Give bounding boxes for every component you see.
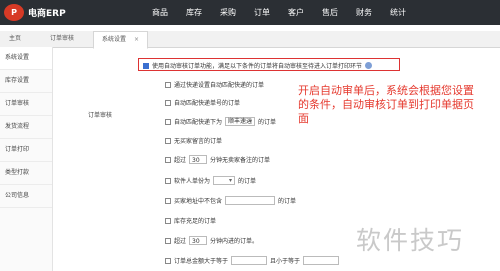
top-navigation-bar: P 电商ERP 商品 库存 采购 订单 客户 售后 财务 统计 — [0, 0, 500, 25]
sidebar-item-inventory-settings[interactable]: 库存设置 — [0, 70, 52, 93]
option-row-9: 超过 30 分钟内进的订单。 — [165, 236, 258, 245]
tab-home[interactable]: 主页 — [9, 31, 21, 47]
option-checkbox[interactable] — [165, 118, 171, 125]
option-row-1: 通过快递设置自动匹配快递的订单 — [165, 80, 264, 89]
option-checkbox[interactable] — [165, 81, 171, 88]
auto-audit-enable-label: 使用自动审核订单功能，满足以下条件的订单将自动审核至待进入订单打印环节 — [152, 63, 363, 70]
tab-bar: 主页 订单审核 系统设置 × — [0, 31, 500, 49]
chevron-down-icon: ▾ — [229, 177, 233, 184]
tab-system-settings[interactable]: 系统设置 × — [93, 31, 148, 49]
option-label: 无买家留言的订单 — [174, 138, 223, 145]
nav-item-customers[interactable]: 客户 — [279, 0, 313, 25]
courier-select[interactable]: 顺丰速运 ▾ — [225, 117, 256, 126]
info-icon[interactable] — [365, 62, 373, 69]
option-row-6: 软件人单份为 ▾ 的订单 — [165, 176, 256, 185]
watermark: 软件技巧 — [356, 226, 465, 255]
nav-item-inventory[interactable]: 库存 — [177, 0, 211, 25]
address-exclude-input[interactable] — [225, 196, 276, 205]
option-label: 库存充足的订单 — [174, 218, 217, 225]
option-row-10: 订单总金额大于等于 且小于等于 — [165, 256, 340, 265]
close-icon[interactable]: × — [134, 36, 139, 43]
tab-label: 系统设置 — [102, 36, 127, 43]
logo-icon: P — [4, 4, 24, 21]
chevron-down-icon: ▾ — [249, 118, 253, 125]
option-checkbox[interactable] — [165, 257, 171, 264]
sidebar-item-order-print[interactable]: 订单打印 — [0, 139, 52, 162]
main-nav: 商品 库存 采购 订单 客户 售后 财务 统计 — [143, 0, 415, 25]
option-label: 自动匹配快递下为 — [174, 119, 223, 126]
minutes-input-2[interactable]: 30 — [189, 236, 208, 245]
brand-name: 电商ERP — [28, 9, 66, 19]
annotation-text: 开启自动审单后，系统会根据您设置的条件，自动审核订单到打印单据页面 — [298, 84, 474, 125]
sidebar-item-order-audit[interactable]: 订单审核 — [0, 93, 52, 116]
count-select[interactable]: ▾ — [213, 176, 236, 185]
option-label-suffix: 分钟内进的订单。 — [210, 238, 259, 245]
sidebar-item-type-payment[interactable]: 类型打款 — [0, 162, 52, 185]
option-checkbox[interactable] — [165, 237, 171, 244]
nav-item-orders[interactable]: 订单 — [245, 0, 279, 25]
minutes-input-1[interactable]: 30 — [189, 155, 208, 164]
option-label: 通过快递设置自动匹配快递的订单 — [174, 82, 265, 89]
option-checkbox[interactable] — [165, 197, 171, 204]
nav-item-after-sales[interactable]: 售后 — [313, 0, 347, 25]
sidebar-item-company-info[interactable]: 公司信息 — [0, 185, 52, 208]
option-label: 自动匹配快递单号的订单 — [174, 100, 241, 107]
option-checkbox[interactable] — [165, 217, 171, 224]
option-label: 订单总金额大于等于 — [174, 258, 229, 265]
option-label-suffix: 的订单 — [278, 198, 297, 205]
option-row-3: 自动匹配快递下为 顺丰速运 ▾ 的订单 — [165, 117, 276, 126]
option-row-8: 库存充足的订单 — [165, 216, 216, 225]
option-checkbox[interactable] — [165, 137, 171, 144]
option-label-suffix: 的订单 — [238, 178, 257, 185]
option-label: 买家地址中不包含 — [174, 198, 223, 205]
nav-item-finance[interactable]: 财务 — [347, 0, 381, 25]
auto-audit-enable-row: 使用自动审核订单功能，满足以下条件的订单将自动审核至待进入订单打印环节 — [143, 61, 373, 70]
option-row-2: 自动匹配快递单号的订单 — [165, 98, 240, 107]
option-label-mid: 且小于等于 — [270, 258, 301, 265]
sidebar-item-system-settings[interactable]: 系统设置 — [0, 47, 52, 70]
option-label: 超过 — [174, 157, 187, 164]
option-checkbox[interactable] — [165, 177, 171, 184]
section-label: 订单审核 — [88, 112, 113, 119]
option-row-5: 超过 30 分钟无卖家备注的订单 — [165, 155, 270, 164]
auto-audit-checkbox[interactable] — [143, 62, 149, 69]
nav-item-products[interactable]: 商品 — [143, 0, 177, 25]
nav-item-purchase[interactable]: 采购 — [211, 0, 245, 25]
option-label: 超过 — [174, 238, 187, 245]
max-amount-input[interactable] — [303, 256, 340, 265]
sidebar: 系统设置 库存设置 订单审核 发货流程 订单打印 类型打款 公司信息 — [0, 47, 53, 271]
nav-item-statistics[interactable]: 统计 — [381, 0, 415, 25]
option-label-suffix: 的订单 — [258, 119, 277, 126]
option-checkbox[interactable] — [165, 156, 171, 163]
option-label-suffix: 分钟无卖家备注的订单 — [210, 157, 271, 164]
option-checkbox[interactable] — [165, 99, 171, 106]
tab-order-audit[interactable]: 订单审核 — [50, 31, 74, 47]
min-amount-input[interactable] — [231, 256, 268, 265]
option-row-7: 买家地址中不包含 的订单 — [165, 196, 296, 205]
option-row-4: 无买家留言的订单 — [165, 136, 222, 145]
option-label: 软件人单份为 — [174, 178, 211, 185]
sidebar-item-shipping-flow[interactable]: 发货流程 — [0, 116, 52, 139]
